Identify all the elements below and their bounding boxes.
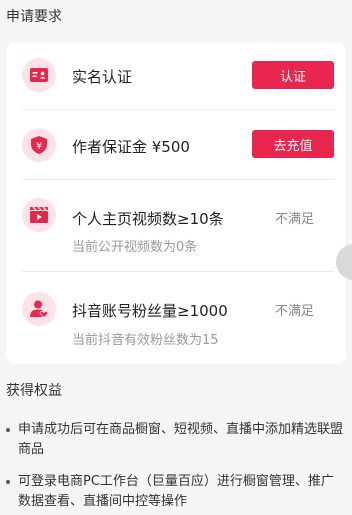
requirement-title: 实名认证 <box>72 68 133 86</box>
shield-yen-icon: ¥ <box>22 128 56 162</box>
svg-text:¥: ¥ <box>36 141 42 152</box>
requirement-title: 抖音账号粉丝量≥1000 <box>72 302 228 320</box>
benefits-list: 申请成功后可在商品橱窗、短视频、直播中添加精选联盟商品 可登录电商PC工作台（巨… <box>6 420 346 515</box>
id-card-icon <box>22 58 56 92</box>
benefit-item: 申请成功后可在商品橱窗、短视频、直播中添加精选联盟商品 <box>6 420 346 460</box>
requirement-subtitle: 当前公开视频数为0条 <box>72 240 198 255</box>
requirements-card: 实名认证 认证 ¥ 作者保证金 ¥500 去充值 个人主页视频数≥10条 当前公… <box>6 42 346 364</box>
fans-user-heart-icon <box>22 292 56 326</box>
status-not-met: 不满足 <box>274 212 314 227</box>
requirement-row-deposit: ¥ 作者保证金 ¥500 去充值 <box>6 110 346 180</box>
video-clapper-icon <box>22 198 56 232</box>
requirements-title: 申请要求 <box>6 9 62 25</box>
requirement-title: 作者保证金 ¥500 <box>72 138 190 156</box>
benefit-item: 可登录电商PC工作台（巨量百应）进行橱窗管理、推广数据查看、直播间中控等操作 <box>6 472 346 512</box>
status-not-met: 不满足 <box>274 304 314 319</box>
benefits-title: 获得权益 <box>6 383 62 399</box>
recharge-button[interactable]: 去充值 <box>252 130 334 158</box>
verify-button[interactable]: 认证 <box>252 61 334 89</box>
requirement-row-real-name: 实名认证 认证 <box>6 42 346 110</box>
requirement-row-fans: 抖音账号粉丝量≥1000 当前抖音有效粉丝数为15 不满足 <box>6 272 346 364</box>
requirement-title: 个人主页视频数≥10条 <box>72 210 224 228</box>
requirement-row-video-count: 个人主页视频数≥10条 当前公开视频数为0条 不满足 <box>6 180 346 272</box>
requirement-subtitle: 当前抖音有效粉丝数为15 <box>72 333 219 348</box>
